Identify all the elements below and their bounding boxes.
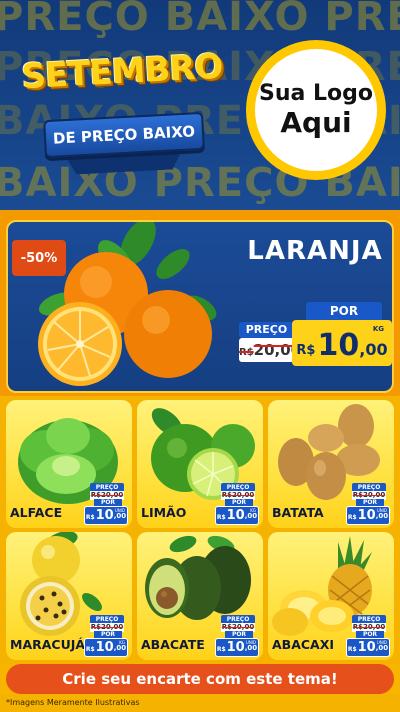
price-decimal: ,00	[375, 644, 389, 652]
price-integer: 10	[357, 640, 376, 655]
price-decimal: ,00	[375, 512, 389, 520]
price-unit: UNID	[376, 508, 387, 513]
featured-product-name: LARANJA	[247, 236, 383, 266]
price-currency: R$	[85, 646, 95, 653]
header-banner: PREÇO BAIXO PREÇO PREÇO BAIXO PREÇO BAIX…	[0, 0, 400, 210]
price-integer: 10	[95, 640, 114, 655]
price-currency: R$	[296, 343, 316, 358]
price-currency: R$	[85, 514, 95, 521]
price-tag: R$ 10 ,00 UNID	[346, 506, 390, 525]
price-unit: KG	[250, 508, 256, 513]
price-unit: KG	[119, 640, 125, 645]
discount-badge: -50%	[12, 240, 66, 276]
logo-text-line1: Sua Logo	[258, 81, 373, 106]
price-unit: UNID	[376, 640, 387, 645]
price-currency: R$	[347, 646, 357, 653]
product-name: LIMÃO	[141, 505, 187, 520]
product-card[interactable]: LIMÃO PREÇO R$20,00 POR R$ 10 ,00 KG	[137, 400, 263, 528]
por-label: POR	[306, 302, 382, 320]
price-integer: 10	[95, 508, 114, 523]
price-decimal: ,00	[244, 512, 258, 520]
cta-button[interactable]: Crie seu encarte com este tema!	[6, 664, 394, 694]
product-card[interactable]: MARACUJÁ PREÇO R$20,00 POR R$ 10 ,00 KG	[6, 532, 132, 660]
price-tag: R$ 10 ,00 UNID	[215, 638, 259, 657]
old-price-label: PREÇO	[239, 322, 294, 338]
price-currency: R$	[347, 514, 357, 521]
logo-placeholder[interactable]: Sua Logo Aqui	[246, 40, 386, 180]
product-name: MARACUJÁ	[10, 637, 86, 652]
price-decimal: ,00	[113, 644, 127, 652]
background-word: PREÇO BAIXO PREÇO	[0, 0, 400, 40]
disclaimer-text: *Imagens Meramente Ilustrativas	[0, 694, 400, 712]
price-currency: R$	[216, 514, 226, 521]
campaign-subtitle: DE PREÇO BAIXO	[52, 122, 196, 148]
old-price: R$20,00	[239, 338, 301, 362]
product-name: ALFACE	[10, 505, 63, 520]
price-integer: 10	[317, 328, 360, 363]
product-card[interactable]: ABACATE PREÇO R$20,00 POR R$ 10 ,00 UNID	[137, 532, 263, 660]
price-unit: UNID	[114, 508, 125, 513]
price-decimal: ,00	[113, 512, 127, 520]
featured-price-tag: R$ 10 ,00 KG	[292, 320, 392, 366]
product-name: ABACATE	[141, 637, 205, 652]
price-tag: R$ 10 ,00 KG	[215, 506, 259, 525]
old-price-currency: R$	[239, 347, 254, 358]
product-name: BATATA	[272, 505, 324, 520]
price-integer: 10	[226, 640, 245, 655]
price-decimal: ,00	[359, 340, 388, 359]
product-card[interactable]: BATATA PREÇO R$20,00 POR R$ 10 ,00 UNID	[268, 400, 394, 528]
price-unit: KG	[372, 325, 384, 333]
price-currency: R$	[216, 646, 226, 653]
price-decimal: ,00	[244, 644, 258, 652]
price-unit: UNID	[245, 640, 256, 645]
logo-inner-circle: Sua Logo Aqui	[255, 49, 377, 171]
product-card[interactable]: ABACAXI PREÇO R$20,00 POR R$ 10 ,00 UNID	[268, 532, 394, 660]
price-integer: 10	[226, 508, 245, 523]
product-card[interactable]: ALFACE PREÇO R$20,00 POR R$ 10 ,00 UNID	[6, 400, 132, 528]
price-tag: R$ 10 ,00 UNID	[84, 506, 128, 525]
price-integer: 10	[357, 508, 376, 523]
price-tag: R$ 10 ,00 UNID	[346, 638, 390, 657]
price-tag: R$ 10 ,00 KG	[84, 638, 128, 657]
logo-text-line2: Aqui	[280, 106, 352, 139]
product-name: ABACAXI	[272, 637, 335, 652]
